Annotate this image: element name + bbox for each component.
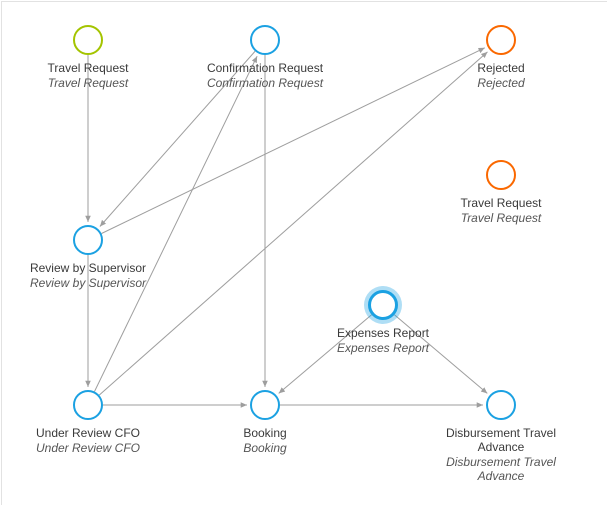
node-travel_request_start[interactable]: Travel RequestTravel Request [13,25,163,90]
node-subtitle: Review by Supervisor [13,276,163,290]
node-title: Under Review CFO [13,426,163,440]
node-subtitle: Expenses Report [308,341,458,355]
node-disbursement[interactable]: Disbursement Travel AdvanceDisbursement … [426,390,576,483]
node-expenses_report[interactable]: Expenses ReportExpenses Report [308,290,458,355]
node-confirmation_request[interactable]: Confirmation RequestConfirmation Request [190,25,340,90]
node-under_review_cfo[interactable]: Under Review CFOUnder Review CFO [13,390,163,455]
node-subtitle: Rejected [426,76,576,90]
node-title: Rejected [426,61,576,75]
node-review_supervisor[interactable]: Review by SupervisorReview by Supervisor [13,225,163,290]
node-title: Expenses Report [308,326,458,340]
node-subtitle: Travel Request [426,211,576,225]
state-circle[interactable] [486,25,516,55]
node-subtitle: Travel Request [13,76,163,90]
node-title: Travel Request [426,196,576,210]
state-circle[interactable] [73,225,103,255]
node-title: Disbursement Travel Advance [426,426,576,454]
edge-under_review_cfo-to-confirmation_request [95,56,258,391]
state-circle[interactable] [250,390,280,420]
node-title: Confirmation Request [190,61,340,75]
node-subtitle: Booking [190,441,340,455]
node-title: Travel Request [13,61,163,75]
node-subtitle: Confirmation Request [190,76,340,90]
node-rejected[interactable]: RejectedRejected [426,25,576,90]
node-subtitle: Under Review CFO [13,441,163,455]
state-circle[interactable] [486,390,516,420]
node-title: Review by Supervisor [13,261,163,275]
node-travel_request_end[interactable]: Travel RequestTravel Request [426,160,576,225]
state-circle[interactable] [368,290,398,320]
state-circle[interactable] [250,25,280,55]
node-booking[interactable]: BookingBooking [190,390,340,455]
node-title: Booking [190,426,340,440]
node-subtitle: Disbursement Travel Advance [426,455,576,483]
state-circle[interactable] [73,390,103,420]
state-circle[interactable] [486,160,516,190]
diagram-canvas[interactable]: Travel RequestTravel RequestConfirmation… [1,1,607,505]
state-circle[interactable] [73,25,103,55]
